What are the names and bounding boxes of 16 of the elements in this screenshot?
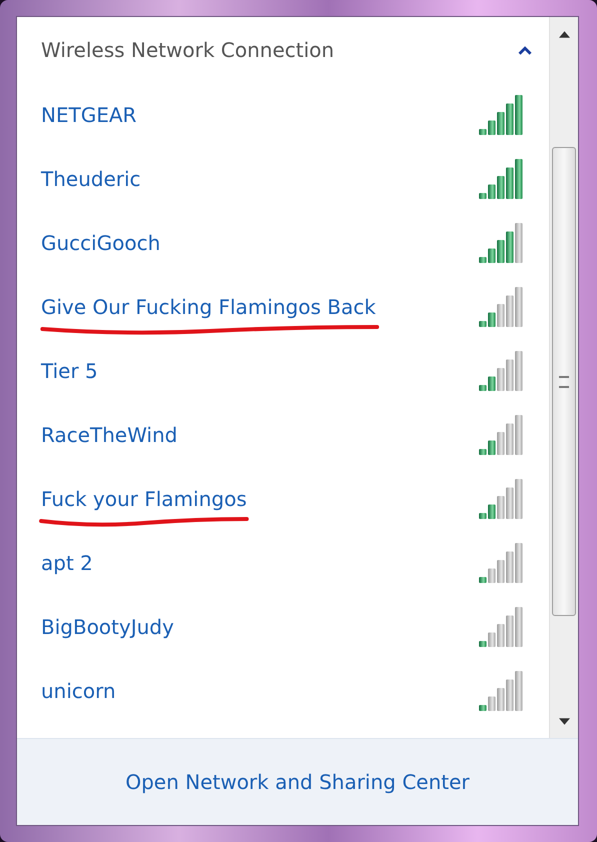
section-title: Wireless Network Connection	[41, 38, 334, 62]
network-name[interactable]: BigBootyJudy	[41, 615, 174, 639]
network-name[interactable]: NETGEAR	[41, 103, 137, 127]
network-name[interactable]: Tier 5	[41, 359, 98, 383]
network-name[interactable]: RaceTheWind	[41, 423, 178, 447]
network-name[interactable]: Give Our Fucking Flamingos Back	[41, 295, 376, 319]
network-sharing-link[interactable]: Open Network and Sharing Center	[125, 770, 470, 794]
network-name[interactable]: GucciGooch	[41, 231, 160, 255]
network-name[interactable]: apt 2	[41, 551, 93, 575]
network-name[interactable]: unicorn	[41, 679, 116, 703]
scrollbar-thumb[interactable]	[552, 147, 576, 616]
network-name[interactable]: Theuderic	[41, 167, 141, 191]
down-arrow-icon	[558, 718, 570, 724]
up-arrow-icon	[558, 30, 570, 38]
network-name[interactable]: Fuck your Flamingos	[41, 487, 247, 511]
caret-icon[interactable]	[517, 44, 533, 56]
